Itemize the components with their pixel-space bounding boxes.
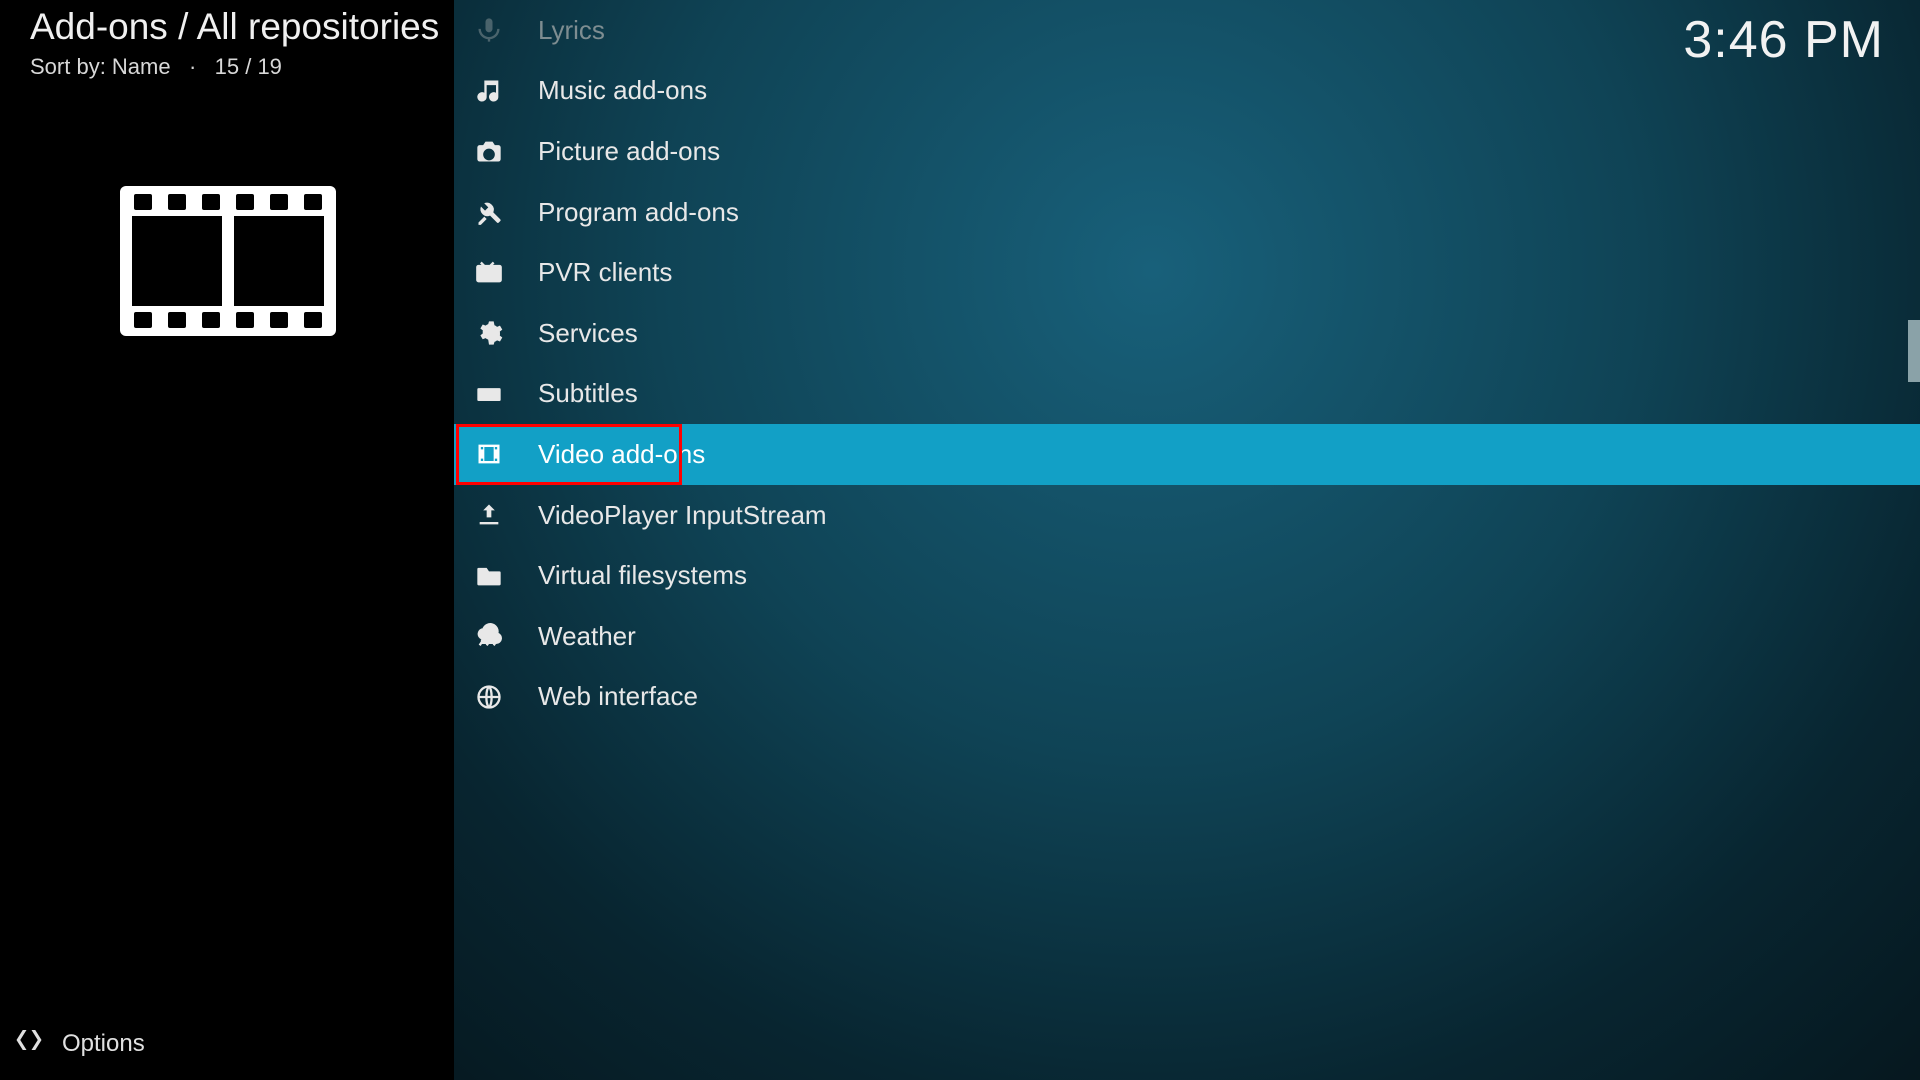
list-item[interactable]: Music add-ons <box>454 61 1920 122</box>
music-icon <box>474 76 504 106</box>
camera-icon <box>474 136 504 166</box>
list-item-label: Lyrics <box>538 15 605 46</box>
list-item-label: Virtual filesystems <box>538 560 747 591</box>
sort-position-line: Sort by: Name · 15 / 19 <box>30 54 282 80</box>
list-item-label: Picture add-ons <box>538 136 720 167</box>
category-film-icon <box>120 186 336 336</box>
list-position: 15 / 19 <box>215 54 282 79</box>
list-item-label: VideoPlayer InputStream <box>538 500 827 531</box>
list-item[interactable]: Video add-ons <box>454 424 1920 485</box>
list-item[interactable]: Weather <box>454 606 1920 667</box>
list-item-label: Weather <box>538 621 636 652</box>
list-item-label: Services <box>538 318 638 349</box>
tv-icon <box>474 258 504 288</box>
sidebar: Add-ons / All repositories Sort by: Name… <box>0 0 454 1080</box>
microphone-icon <box>474 15 504 45</box>
keyboard-icon <box>474 379 504 409</box>
folder-icon <box>474 561 504 591</box>
weather-icon <box>474 621 504 651</box>
sort-label: Sort by: Name <box>30 54 171 79</box>
upload-icon <box>474 500 504 530</box>
globe-icon <box>474 682 504 712</box>
options-icon <box>14 1025 44 1062</box>
addon-category-list: Lyrics Music add-ons Picture add-ons Progra… <box>454 0 1920 1080</box>
gear-icon <box>474 318 504 348</box>
list-item[interactable]: PVR clients <box>454 242 1920 303</box>
options-label: Options <box>62 1030 145 1058</box>
list-item-label: Subtitles <box>538 378 638 409</box>
list-item[interactable]: Web interface <box>454 667 1920 728</box>
list-item[interactable]: Picture add-ons <box>454 121 1920 182</box>
list-item[interactable]: Program add-ons <box>454 182 1920 243</box>
list-item[interactable]: Services <box>454 303 1920 364</box>
tools-icon <box>474 197 504 227</box>
separator-dot: · <box>177 54 209 79</box>
breadcrumb: Add-ons / All repositories <box>30 6 439 48</box>
list-item-label: Video add-ons <box>538 439 705 470</box>
list-item-label: Web interface <box>538 681 698 712</box>
list-item-label: PVR clients <box>538 257 672 288</box>
options-button[interactable]: Options <box>14 1025 145 1062</box>
list-item[interactable]: VideoPlayer InputStream <box>454 485 1920 546</box>
list-item[interactable]: Subtitles <box>454 364 1920 425</box>
scrollbar-thumb[interactable] <box>1908 320 1920 382</box>
list-item[interactable]: Lyrics <box>454 0 1920 61</box>
list-item-label: Music add-ons <box>538 75 707 106</box>
film-icon <box>474 439 504 469</box>
list-item-label: Program add-ons <box>538 197 739 228</box>
list-item[interactable]: Virtual filesystems <box>454 545 1920 606</box>
